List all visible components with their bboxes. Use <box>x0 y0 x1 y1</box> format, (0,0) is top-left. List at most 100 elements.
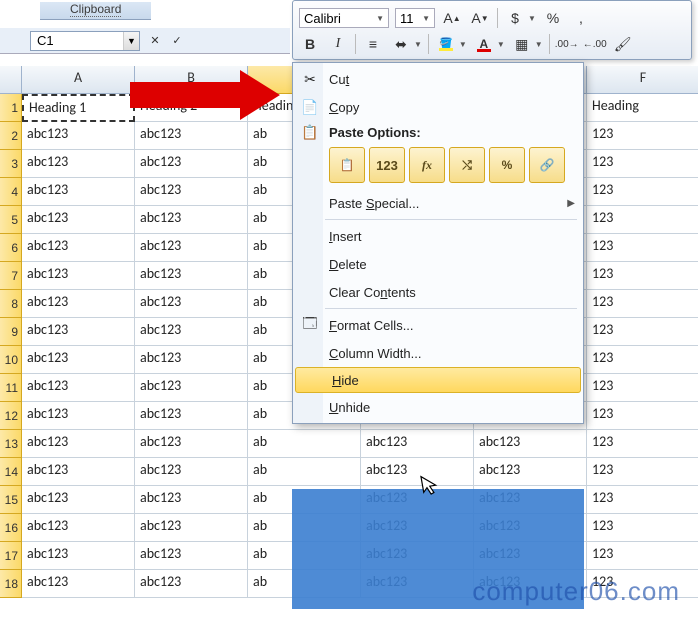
cell[interactable]: abc123 <box>135 150 248 178</box>
decrease-decimal-icon[interactable]: ←.00 <box>584 33 606 55</box>
cell[interactable]: 123 <box>587 150 698 178</box>
increase-decimal-icon[interactable]: .00→ <box>556 33 578 55</box>
cell[interactable]: 123 <box>587 122 698 150</box>
cell[interactable]: abc123 <box>135 430 248 458</box>
cell[interactable]: abc123 <box>135 262 248 290</box>
cell[interactable]: abc123 <box>474 430 587 458</box>
increase-font-icon[interactable]: A▲ <box>441 7 463 29</box>
cell[interactable]: abc123 <box>135 458 248 486</box>
row-header[interactable]: 6 <box>0 234 22 262</box>
cell[interactable]: abc123 <box>22 486 135 514</box>
cell[interactable]: abc123 <box>22 206 135 234</box>
currency-button[interactable]: $ <box>504 7 526 29</box>
cell[interactable]: abc123 <box>135 570 248 598</box>
col-header-f[interactable]: F <box>587 66 698 94</box>
row-header[interactable]: 14 <box>0 458 22 486</box>
cell[interactable]: abc123 <box>22 178 135 206</box>
paste-option-all[interactable]: 📋 <box>329 147 365 183</box>
cell[interactable]: abc123 <box>135 374 248 402</box>
cell[interactable]: abc123 <box>22 514 135 542</box>
row-header[interactable]: 5 <box>0 206 22 234</box>
menu-insert[interactable]: Insert <box>293 222 583 250</box>
cell[interactable]: 123 <box>587 402 698 430</box>
cell[interactable]: abc123 <box>22 374 135 402</box>
name-box[interactable]: C1 ▼ <box>30 31 140 51</box>
cell[interactable]: abc123 <box>22 122 135 150</box>
cell[interactable]: abc123 <box>22 458 135 486</box>
cell[interactable]: ab <box>248 430 361 458</box>
decrease-font-icon[interactable]: A▼ <box>469 7 491 29</box>
menu-cut[interactable]: ✂ Cut <box>293 65 583 93</box>
paste-option-formulas[interactable]: fx <box>409 147 445 183</box>
menu-paste-special[interactable]: Paste Special... ▶ <box>293 189 583 217</box>
bold-button[interactable]: B <box>299 33 321 55</box>
row-header[interactable]: 12 <box>0 402 22 430</box>
cell[interactable]: 123 <box>587 234 698 262</box>
cell[interactable]: 123 <box>587 570 698 598</box>
cell[interactable]: abc123 <box>361 458 474 486</box>
menu-hide[interactable]: Hide <box>295 367 581 393</box>
cell[interactable]: 123 <box>587 458 698 486</box>
cell[interactable]: abc123 <box>135 542 248 570</box>
row-header[interactable]: 13 <box>0 430 22 458</box>
menu-clear-contents[interactable]: Clear Contents <box>293 278 583 306</box>
font-name-box[interactable]: Calibri▼ <box>299 8 389 28</box>
menu-column-width[interactable]: Column Width... <box>293 339 583 367</box>
cell[interactable]: 123 <box>587 374 698 402</box>
comma-button[interactable]: , <box>570 7 592 29</box>
cell[interactable]: 123 <box>587 486 698 514</box>
cell[interactable]: abc123 <box>22 402 135 430</box>
col-header-a[interactable]: A <box>22 66 135 94</box>
cell[interactable]: abc123 <box>22 430 135 458</box>
cell[interactable]: 123 <box>587 318 698 346</box>
font-color-button[interactable]: A <box>473 33 495 55</box>
row-header[interactable]: 11 <box>0 374 22 402</box>
cell[interactable]: 123 <box>587 542 698 570</box>
menu-format-cells[interactable]: 🗔 Format Cells... <box>293 311 583 339</box>
cell[interactable]: 123 <box>587 262 698 290</box>
select-all-corner[interactable] <box>0 66 22 94</box>
menu-copy[interactable]: 📄 Copy <box>293 93 583 121</box>
paste-option-transpose[interactable]: ⤭ <box>449 147 485 183</box>
cell[interactable]: abc123 <box>135 346 248 374</box>
cell[interactable]: abc123 <box>135 402 248 430</box>
cell[interactable]: abc123 <box>135 318 248 346</box>
enter-icon[interactable]: ✓ <box>168 32 186 50</box>
cell[interactable]: 123 <box>587 206 698 234</box>
row-header[interactable]: 10 <box>0 346 22 374</box>
cell[interactable]: Heading 1 <box>22 94 135 122</box>
cell[interactable]: ab <box>248 458 361 486</box>
paste-option-link[interactable]: 🔗 <box>529 147 565 183</box>
cancel-icon[interactable]: ✕ <box>146 32 164 50</box>
cell[interactable]: abc123 <box>22 234 135 262</box>
cell[interactable]: abc123 <box>22 150 135 178</box>
merge-center-icon[interactable]: ⬌ <box>390 33 412 55</box>
align-center-icon[interactable]: ≡ <box>362 33 384 55</box>
cell[interactable]: abc123 <box>135 122 248 150</box>
borders-button[interactable]: ▦ <box>511 33 533 55</box>
cell[interactable]: abc123 <box>135 486 248 514</box>
row-header[interactable]: 2 <box>0 122 22 150</box>
cell[interactable]: abc123 <box>22 290 135 318</box>
cell[interactable]: abc123 <box>135 178 248 206</box>
paste-option-formatting[interactable]: % <box>489 147 525 183</box>
cell[interactable]: abc123 <box>22 346 135 374</box>
row-header[interactable]: 16 <box>0 514 22 542</box>
cell[interactable]: abc123 <box>135 514 248 542</box>
cell[interactable]: 123 <box>587 290 698 318</box>
cell[interactable]: abc123 <box>22 262 135 290</box>
cell[interactable]: abc123 <box>22 570 135 598</box>
cell[interactable]: abc123 <box>474 458 587 486</box>
format-painter-icon[interactable]: 🖌 <box>612 33 634 55</box>
cell[interactable]: abc123 <box>22 318 135 346</box>
row-header[interactable]: 1 <box>0 94 22 122</box>
fill-color-button[interactable]: 🪣 <box>435 33 457 55</box>
row-header[interactable]: 8 <box>0 290 22 318</box>
row-header[interactable]: 3 <box>0 150 22 178</box>
menu-unhide[interactable]: Unhide <box>293 393 583 421</box>
font-size-box[interactable]: 11▼ <box>395 8 435 28</box>
menu-delete[interactable]: Delete <box>293 250 583 278</box>
cell[interactable]: 123 <box>587 346 698 374</box>
row-header[interactable]: 9 <box>0 318 22 346</box>
percent-button[interactable]: % <box>542 7 564 29</box>
